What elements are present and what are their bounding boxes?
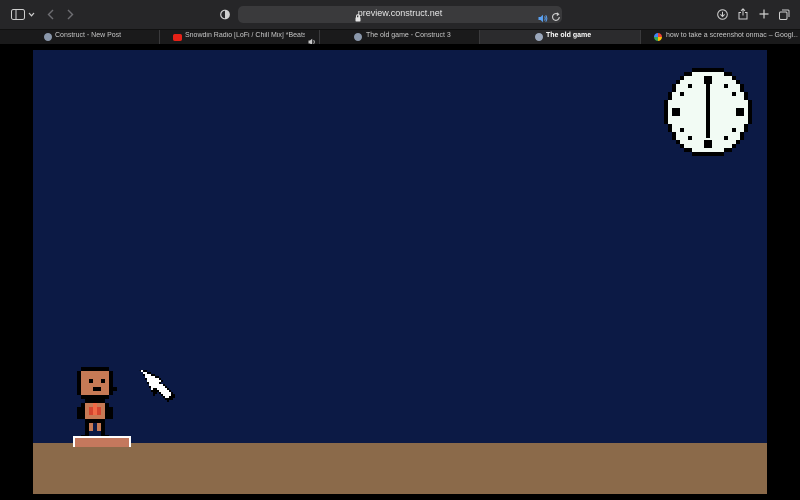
tab-old-game-construct[interactable]: The old game - Construct 3 (320, 30, 480, 45)
google-favicon-icon (654, 33, 662, 41)
tab-google-search[interactable]: how to take a screenshot onmac – Googl..… (641, 30, 800, 45)
construct-favicon-icon (44, 33, 52, 41)
ground (33, 443, 767, 494)
construct-favicon-icon (535, 33, 543, 41)
tab-label: Snowdin Radio [LoFi / Chill Mix] *Beats … (185, 32, 305, 39)
share-icon[interactable] (737, 6, 749, 22)
tab-label: The old game (546, 32, 592, 39)
download-icon[interactable] (716, 6, 728, 22)
tab-label: how to take a screenshot onmac – Googl..… (666, 32, 798, 39)
player-character (77, 367, 117, 439)
construct-favicon-icon (354, 33, 362, 41)
back-icon[interactable] (44, 6, 56, 22)
forward-icon[interactable] (64, 6, 76, 22)
game-canvas[interactable] (33, 50, 767, 494)
address-bar[interactable]: preview.construct.net (238, 6, 562, 23)
cursor-sprite-icon (139, 370, 175, 402)
reload-icon[interactable] (551, 9, 561, 27)
tab-strip: Construct - New Post Snowdin Radio [LoFi… (0, 29, 800, 45)
sidebar-menu-chevron-icon[interactable] (27, 6, 35, 22)
youtube-favicon-icon (173, 34, 182, 41)
url-text: preview.construct.net (357, 8, 443, 18)
sidebar-icon[interactable] (10, 6, 26, 22)
clock-icon (664, 68, 752, 156)
tab-old-game[interactable]: The old game (480, 30, 641, 45)
tabs-overview-icon[interactable] (778, 6, 790, 22)
new-tab-icon[interactable] (758, 6, 770, 22)
web-page (0, 44, 800, 500)
tab-snowdin-radio[interactable]: Snowdin Radio [LoFi / Chill Mix] *Beats … (160, 30, 320, 45)
tab-construct-new-post[interactable]: Construct - New Post (0, 30, 160, 45)
platform (73, 436, 131, 447)
browser-toolbar: preview.construct.net (0, 0, 800, 29)
speaker-icon[interactable] (538, 10, 548, 28)
tab-label: The old game - Construct 3 (366, 32, 451, 39)
shield-icon[interactable] (219, 6, 231, 22)
tab-label: Construct - New Post (55, 32, 122, 39)
